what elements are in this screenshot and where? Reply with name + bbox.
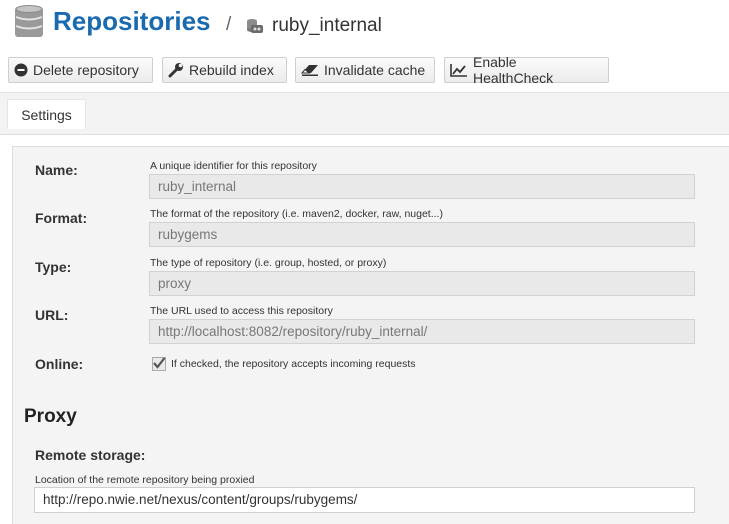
rebuild-index-label: Rebuild index (189, 62, 274, 78)
name-label: Name: (35, 162, 78, 178)
page-title[interactable]: Repositories (53, 6, 211, 37)
rebuild-index-button[interactable]: Rebuild index (162, 57, 287, 83)
checkmark-icon (153, 357, 166, 369)
tab-settings[interactable]: Settings (7, 99, 86, 129)
remote-storage-input[interactable]: http://repo.nwie.net/nexus/content/group… (34, 487, 695, 513)
format-field[interactable]: rubygems (149, 222, 695, 247)
delete-repository-button[interactable]: Delete repository (8, 57, 153, 83)
format-label: Format: (35, 210, 88, 226)
url-label: URL: (35, 307, 69, 323)
tab-bar: Settings (0, 92, 729, 135)
page-header: Repositories / ruby_internal (0, 0, 729, 52)
type-label: Type: (35, 259, 72, 275)
breadcrumb-separator: / (226, 14, 232, 35)
delete-repository-label: Delete repository (33, 62, 139, 78)
enable-healthcheck-button[interactable]: Enable HealthCheck (444, 54, 609, 86)
toolbar: Delete repository Rebuild index Invalida… (0, 54, 729, 86)
proxy-section-title: Proxy (24, 406, 77, 427)
remote-storage-help: Location of the remote repository being … (35, 474, 255, 486)
line-chart-icon (450, 64, 467, 77)
name-help: A unique identifier for this repository (150, 160, 317, 172)
format-help: The format of the repository (i.e. maven… (150, 208, 443, 220)
invalidate-cache-button[interactable]: Invalidate cache (295, 57, 435, 83)
name-field[interactable]: ruby_internal (149, 174, 695, 199)
minus-circle-icon (14, 63, 28, 77)
online-help: If checked, the repository accepts incom… (171, 358, 416, 370)
type-field[interactable]: proxy (149, 271, 695, 296)
invalidate-cache-label: Invalidate cache (324, 62, 426, 78)
url-help: The URL used to access this repository (150, 305, 333, 317)
type-help: The type of repository (i.e. group, host… (150, 257, 387, 269)
database-icon (15, 5, 43, 37)
online-checkbox[interactable] (152, 357, 166, 371)
enable-healthcheck-label: Enable HealthCheck (473, 54, 554, 86)
remote-storage-label: Remote storage: (35, 447, 146, 463)
url-field[interactable]: http://localhost:8082/repository/ruby_in… (149, 319, 695, 344)
wrench-icon (168, 63, 183, 78)
online-label: Online: (35, 356, 84, 372)
breadcrumb-repo-name: ruby_internal (272, 15, 382, 36)
repository-icon (247, 19, 263, 33)
eraser-icon (301, 65, 318, 76)
